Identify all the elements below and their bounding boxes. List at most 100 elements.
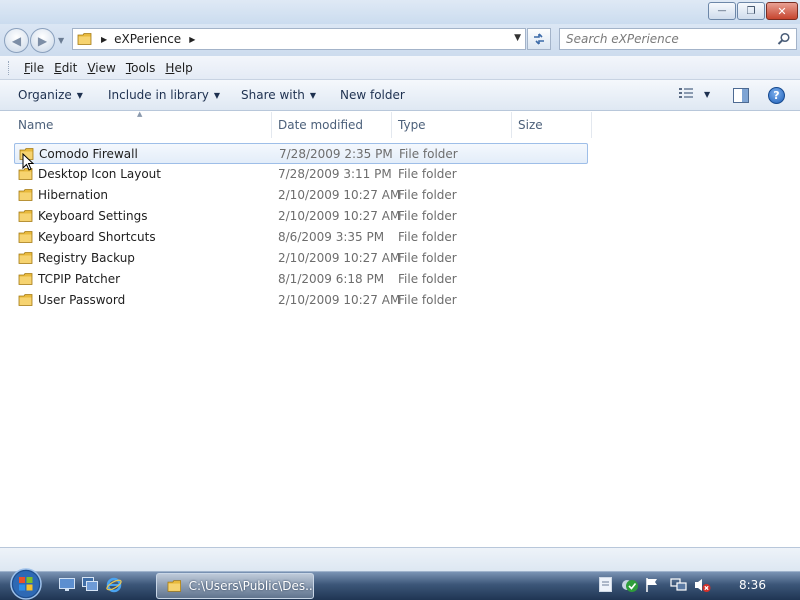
file-row[interactable]: Hibernation 2/10/2009 10:27 AM File fold… xyxy=(14,185,588,206)
file-type: File folder xyxy=(398,188,457,202)
file-type: File folder xyxy=(398,167,457,181)
minimize-button[interactable]: — xyxy=(708,2,736,20)
taskbar-clock[interactable]: 8:36 xyxy=(739,578,766,592)
back-arrow-icon: ◀ xyxy=(11,33,22,48)
file-row[interactable]: Keyboard Shortcuts 8/6/2009 3:35 PM File… xyxy=(14,227,588,248)
folder-icon xyxy=(18,189,33,201)
menu-grip xyxy=(8,60,11,75)
file-name: TCPIP Patcher xyxy=(38,272,121,286)
back-button[interactable]: ◀ xyxy=(4,28,29,53)
file-type: File folder xyxy=(399,147,458,161)
share-with-button[interactable]: Share with ▼ xyxy=(241,88,316,102)
address-bar[interactable]: ▶ eXPerience ▶ ▼ xyxy=(72,28,526,50)
network-tray-icon[interactable] xyxy=(670,577,687,593)
taskbar-button-label: C:\Users\Public\Des... xyxy=(188,579,313,593)
file-row[interactable]: TCPIP Patcher 8/1/2009 6:18 PM File fold… xyxy=(14,269,588,290)
column-header-size[interactable]: Size xyxy=(512,112,592,138)
file-type: File folder xyxy=(398,230,457,244)
switch-windows-icon[interactable] xyxy=(82,577,98,591)
chevron-down-icon: ▼ xyxy=(76,91,83,100)
organize-button[interactable]: Organize ▼ xyxy=(18,88,83,102)
close-icon: ✕ xyxy=(777,4,787,18)
new-folder-button[interactable]: New folder xyxy=(340,88,405,102)
file-date: 2/10/2009 10:27 AM xyxy=(278,293,401,307)
taskbar-explorer-button[interactable]: C:\Users\Public\Des... xyxy=(156,573,314,599)
folder-icon xyxy=(18,231,33,243)
minimize-icon: — xyxy=(717,6,727,16)
refresh-icon xyxy=(534,33,544,45)
include-in-library-button[interactable]: Include in library ▼ xyxy=(108,88,220,102)
volume-muted-icon[interactable] xyxy=(694,577,711,593)
show-desktop-icon[interactable] xyxy=(59,577,75,591)
breadcrumb-item[interactable]: eXPerience xyxy=(114,32,181,46)
address-dropdown-icon[interactable]: ▼ xyxy=(514,33,521,43)
maximize-button[interactable]: ❐ xyxy=(737,2,765,20)
file-date: 8/1/2009 6:18 PM xyxy=(278,272,385,286)
notes-tray-icon[interactable] xyxy=(599,577,612,592)
change-view-button[interactable]: ▼ xyxy=(678,87,710,101)
file-row[interactable]: Desktop Icon Layout 7/28/2009 3:11 PM Fi… xyxy=(14,164,588,185)
folder-icon xyxy=(18,210,33,222)
file-row[interactable]: Registry Backup 2/10/2009 10:27 AM File … xyxy=(14,248,588,269)
forward-arrow-icon: ▶ xyxy=(37,33,48,48)
menu-bar: File Edit View Tools Help xyxy=(0,56,800,80)
file-type: File folder xyxy=(398,251,457,265)
restore-icon: ❐ xyxy=(746,5,756,17)
cursor-icon xyxy=(22,153,34,171)
file-date: 2/10/2009 10:27 AM xyxy=(278,209,401,223)
sort-ascending-icon: ▲ xyxy=(137,110,143,118)
title-bar: — ❐ ✕ xyxy=(0,0,800,24)
forward-button[interactable]: ▶ xyxy=(30,28,55,53)
refresh-button[interactable] xyxy=(527,28,551,50)
chevron-down-icon: ▼ xyxy=(309,91,317,100)
folder-icon xyxy=(77,33,92,45)
help-button[interactable]: ? xyxy=(768,87,785,104)
search-box[interactable] xyxy=(559,28,797,50)
preview-pane-icon[interactable] xyxy=(733,88,749,103)
views-icon xyxy=(679,88,693,98)
menu-view[interactable]: View xyxy=(82,61,120,75)
search-input[interactable] xyxy=(566,32,776,46)
search-icon[interactable] xyxy=(777,32,791,46)
file-date: 7/28/2009 3:11 PM xyxy=(278,167,392,181)
folder-icon xyxy=(18,294,33,306)
column-header-date-modified[interactable]: Date modified xyxy=(272,112,392,138)
menu-tools[interactable]: Tools xyxy=(121,61,161,75)
details-pane xyxy=(0,547,800,571)
navigation-bar: ◀ ▶ ▼ ▶ eXPerience ▶ ▼ xyxy=(0,24,800,56)
help-icon: ? xyxy=(773,89,780,102)
file-name: Desktop Icon Layout xyxy=(38,167,161,181)
breadcrumb-separator-icon[interactable]: ▶ xyxy=(101,35,107,44)
file-name: Registry Backup xyxy=(38,251,135,265)
file-row[interactable]: User Password 2/10/2009 10:27 AM File fo… xyxy=(14,290,588,311)
file-name: Hibernation xyxy=(38,188,109,202)
file-name: Comodo Firewall xyxy=(39,147,138,161)
file-type: File folder xyxy=(398,209,457,223)
file-type: File folder xyxy=(398,293,457,307)
file-date: 7/28/2009 2:35 PM xyxy=(279,147,393,161)
close-button[interactable]: ✕ xyxy=(766,2,798,20)
start-orb-icon[interactable] xyxy=(7,567,45,600)
file-row[interactable]: Keyboard Settings 2/10/2009 10:27 AM Fil… xyxy=(14,206,588,227)
column-header-type[interactable]: Type xyxy=(392,112,512,138)
command-bar: Organize ▼ Include in library ▼ Share with… xyxy=(0,80,800,111)
breadcrumb-separator-icon[interactable]: ▶ xyxy=(189,35,195,44)
folder-icon xyxy=(167,580,182,592)
file-name: Keyboard Settings xyxy=(38,209,148,223)
file-date: 2/10/2009 10:27 AM xyxy=(278,251,401,265)
window-controls: — ❐ ✕ xyxy=(708,2,798,20)
security-tray-icon[interactable] xyxy=(621,577,639,593)
file-date: 2/10/2009 10:27 AM xyxy=(278,188,401,202)
menu-file[interactable]: File xyxy=(19,61,49,75)
chevron-down-icon[interactable]: ▼ xyxy=(704,90,710,99)
file-row[interactable]: Comodo Firewall 7/28/2009 2:35 PM File f… xyxy=(14,143,588,164)
file-name: User Password xyxy=(38,293,126,307)
menu-edit[interactable]: Edit xyxy=(49,61,82,75)
action-center-flag-icon[interactable] xyxy=(645,577,659,593)
recent-pages-dropdown[interactable]: ▼ xyxy=(58,36,64,45)
folder-icon xyxy=(18,273,33,285)
internet-explorer-icon[interactable] xyxy=(106,577,122,593)
menu-help[interactable]: Help xyxy=(160,61,197,75)
file-name: Keyboard Shortcuts xyxy=(38,230,156,244)
file-date: 8/6/2009 3:35 PM xyxy=(278,230,385,244)
